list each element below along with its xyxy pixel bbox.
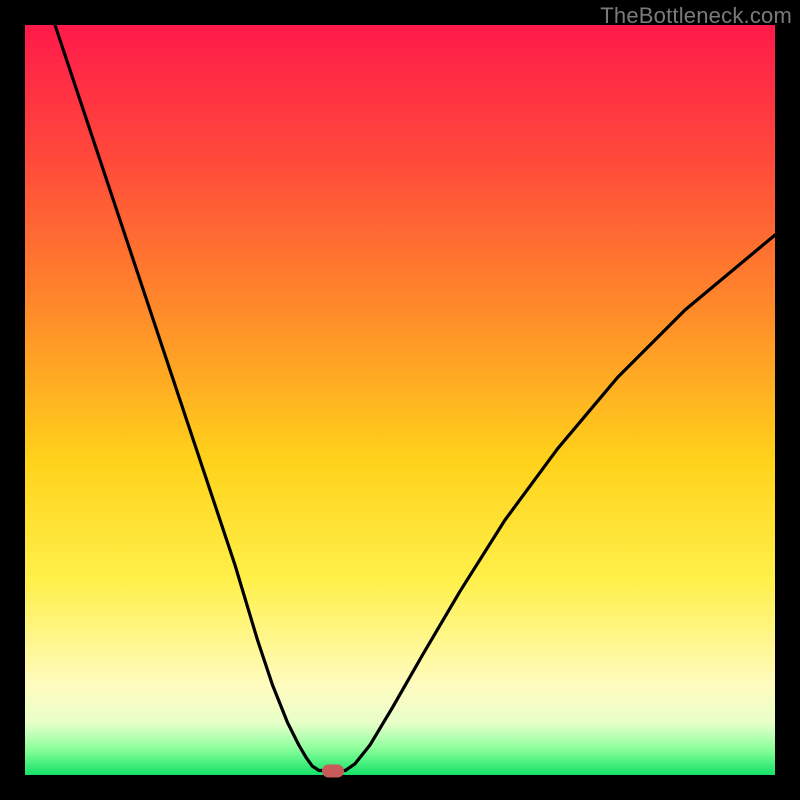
optimum-marker <box>322 764 344 777</box>
curve-svg <box>25 25 775 775</box>
bottleneck-curve <box>55 25 775 771</box>
watermark-text: TheBottleneck.com <box>600 3 792 29</box>
plot-area <box>25 25 775 775</box>
chart-frame: TheBottleneck.com <box>0 0 800 800</box>
